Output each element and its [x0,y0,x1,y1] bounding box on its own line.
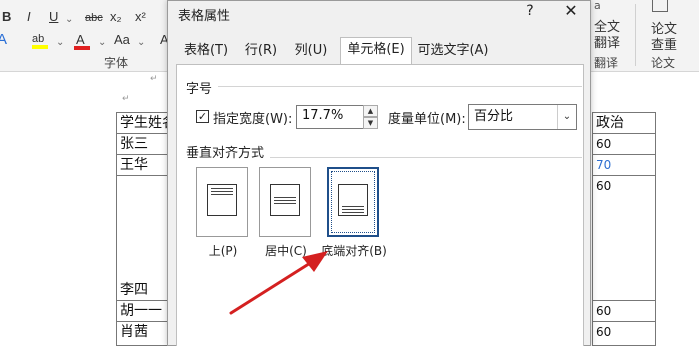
annotation-arrow [229,251,328,315]
